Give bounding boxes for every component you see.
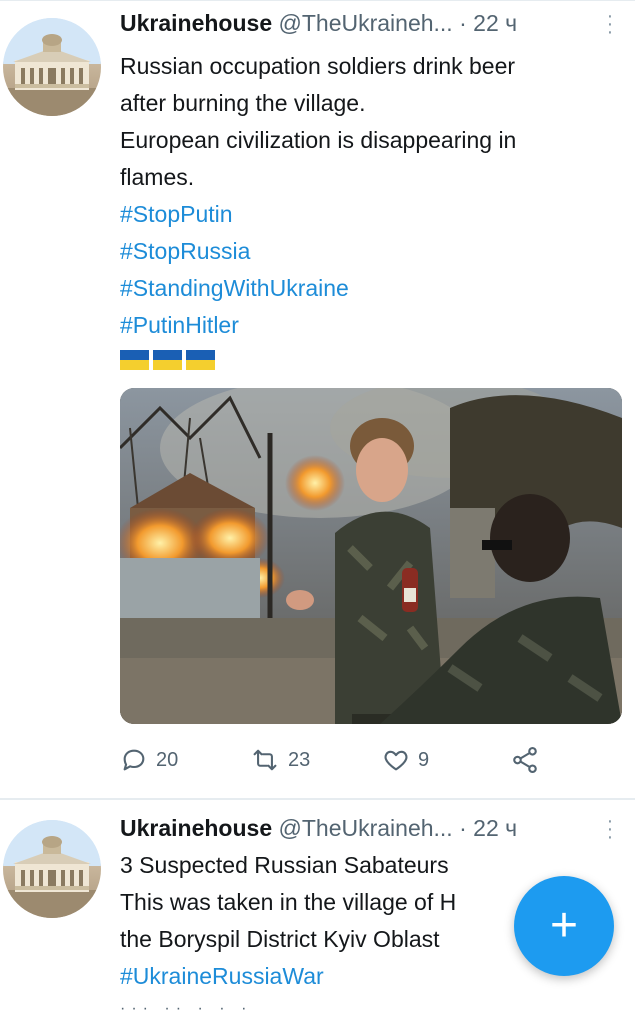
author-handle[interactable]: @TheUkraineh...	[279, 815, 453, 841]
ukraine-flag-icon	[120, 350, 149, 370]
reply-button[interactable]: 20	[120, 742, 178, 778]
author-handle[interactable]: @TheUkraineh...	[279, 10, 453, 36]
tweet-text-line: European civilization is disappearing in	[120, 127, 517, 153]
author-name[interactable]: Ukrainehouse	[120, 10, 272, 36]
avatar[interactable]	[3, 820, 101, 918]
tweet-photo[interactable]	[120, 388, 622, 724]
tweet-header: Ukrainehouse @TheUkraineh... · 22 ч · · ·	[120, 6, 615, 42]
truncated-text-fragment: ··· ·· · · ·	[120, 1000, 253, 1017]
flag-emoji-row	[120, 350, 219, 370]
separator-dot: ·	[459, 815, 467, 841]
tweet-header: Ukrainehouse @TheUkraineh... · 22 ч · · ·	[120, 811, 615, 847]
ukraine-flag-icon	[153, 350, 182, 370]
reply-count: 20	[156, 748, 179, 771]
hashtag-link[interactable]: #StandingWithUkraine	[120, 270, 620, 307]
compose-tweet-button[interactable]: +	[514, 876, 614, 976]
tweet-actions: 20 23 9	[120, 742, 590, 778]
separator-dot: ·	[459, 10, 467, 36]
retweet-count: 23	[288, 748, 311, 771]
more-icon[interactable]: · · ·	[605, 811, 615, 847]
like-count: 9	[418, 748, 430, 771]
share-button[interactable]	[510, 742, 548, 778]
tweet-text-line: after burning the village.	[120, 90, 366, 116]
opera-house-avatar-image	[3, 18, 101, 116]
ukraine-flag-icon	[186, 350, 215, 370]
heart-icon	[384, 750, 408, 771]
reply-icon	[123, 749, 145, 771]
hashtag-link[interactable]: #StopRussia	[120, 233, 620, 270]
compose-plus-icon: +	[549, 899, 579, 952]
tweet-time: 22 ч	[473, 815, 518, 841]
tweet-text-line: flames.	[120, 164, 195, 190]
hashtag-link[interactable]: #StopPutin	[120, 196, 620, 233]
avatar[interactable]	[3, 18, 101, 116]
like-button[interactable]: 9	[382, 742, 429, 778]
share-icon	[513, 746, 537, 774]
retweet-button[interactable]: 23	[250, 742, 310, 778]
retweet-icon	[253, 749, 277, 771]
tweet[interactable]: Ukrainehouse @TheUkraineh... · 22 ч · · · …	[0, 0, 635, 800]
tweet-text: Russian occupation soldiers drink beer a…	[120, 48, 620, 344]
tweet-text-line: Russian occupation soldiers drink beer	[120, 53, 516, 79]
more-icon[interactable]: · · ·	[605, 6, 615, 42]
hashtag-link[interactable]: #PutinHitler	[120, 307, 620, 344]
opera-house-avatar-image	[3, 820, 101, 918]
author-name[interactable]: Ukrainehouse	[120, 815, 272, 841]
tweet-time: 22 ч	[473, 10, 518, 36]
burning-village-photo	[120, 388, 622, 724]
